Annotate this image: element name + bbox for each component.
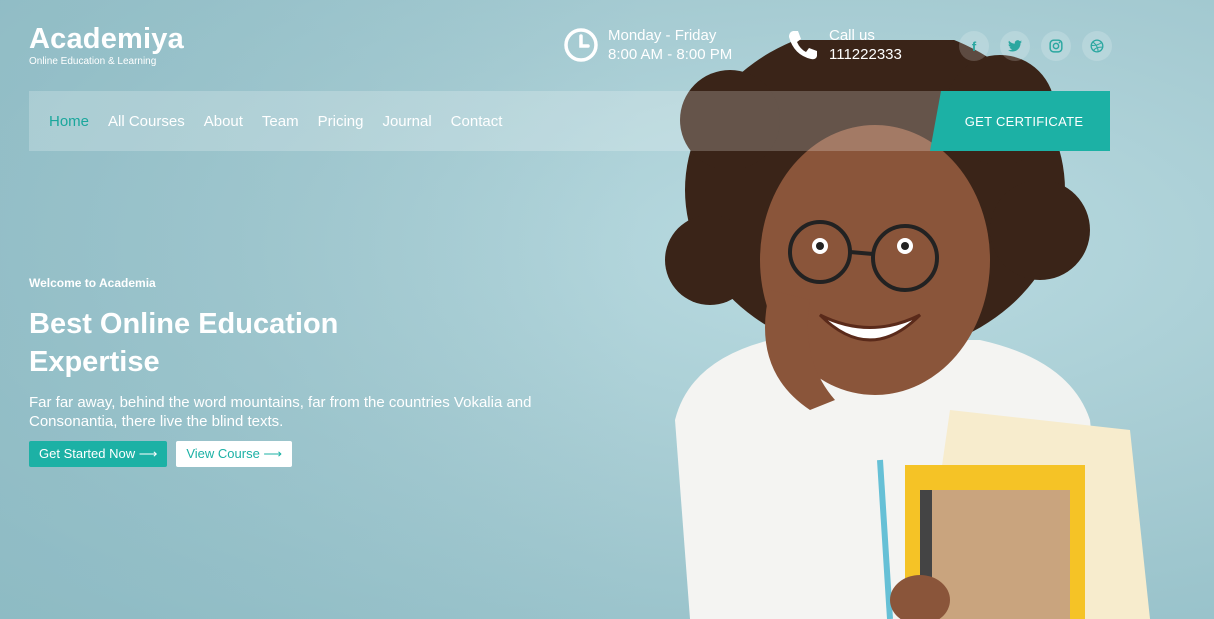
- brand-tagline: Online Education & Learning: [29, 56, 157, 67]
- brand[interactable]: Academiya Online Education & Learning: [29, 22, 184, 68]
- hero-copy: Welcome to Academia Best Online Educatio…: [29, 276, 589, 467]
- view-course-button[interactable]: View Course ⟶: [176, 441, 293, 467]
- nav-contact[interactable]: Contact: [451, 113, 503, 130]
- hero-buttons: Get Started Now ⟶ View Course ⟶: [29, 441, 589, 467]
- clock-icon: [564, 28, 598, 62]
- dribbble-icon[interactable]: [1082, 31, 1112, 61]
- call-number[interactable]: 111222333: [829, 45, 902, 64]
- nav-all-courses[interactable]: All Courses: [108, 113, 185, 130]
- call-info: Call us 111222333: [786, 26, 902, 64]
- hours-days: Monday - Friday: [608, 27, 717, 44]
- instagram-icon[interactable]: [1041, 31, 1071, 61]
- call-label: Call us: [829, 27, 875, 44]
- nav-about[interactable]: About: [204, 113, 243, 130]
- get-started-button[interactable]: Get Started Now ⟶: [29, 441, 168, 467]
- hero-title: Best Online Education Expertise: [29, 308, 339, 378]
- hero-text: Far far away, behind the word mountains,…: [29, 394, 532, 430]
- social-links: f: [959, 31, 1112, 61]
- nav-team[interactable]: Team: [262, 113, 299, 130]
- get-certificate-button[interactable]: GET CERTIFICATE: [930, 91, 1110, 151]
- nav-home[interactable]: Home: [49, 113, 89, 130]
- facebook-icon[interactable]: f: [959, 31, 989, 61]
- hero-welcome: Welcome to Academia: [29, 276, 156, 290]
- hours-info: Monday - Friday 8:00 AM - 8:00 PM: [563, 26, 732, 64]
- phone-icon: [789, 31, 817, 60]
- main-nav: Home All Courses About Team Pricing Jour…: [29, 91, 1110, 151]
- brand-name: Academiya: [29, 23, 184, 55]
- nav-journal[interactable]: Journal: [382, 113, 431, 130]
- hours-time: 8:00 AM - 8:00 PM: [608, 46, 733, 63]
- nav-pricing[interactable]: Pricing: [318, 113, 364, 130]
- twitter-icon[interactable]: [1000, 31, 1030, 61]
